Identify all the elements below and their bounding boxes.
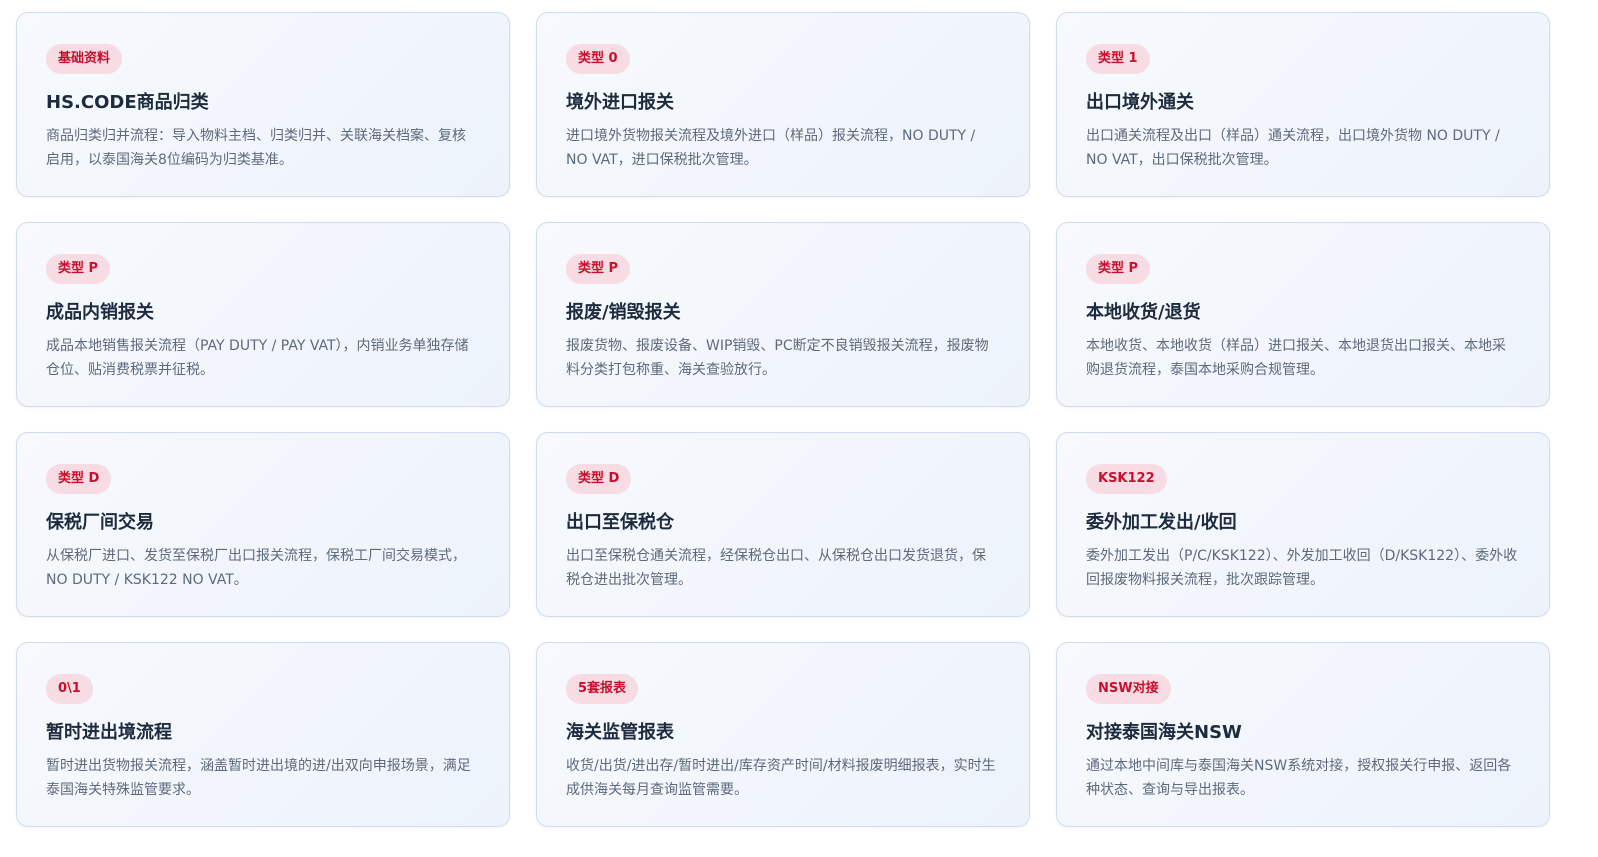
card-description: 从保税厂进口、发货至保税厂出口报关流程，保税工厂间交易模式，NO DUTY / … [46, 548, 466, 588]
card-temporary-entry-exit[interactable]: 0\1 暂时进出境流程 暂时进出货物报关流程，涵盖暂时进出境的进/出双向申报场景… [16, 642, 510, 827]
card-title: 成品内销报关 [46, 302, 154, 323]
card-tag: 类型 P [1086, 254, 1151, 284]
card-tag: 基础资料 [46, 44, 123, 74]
card-tag: 类型 D [566, 464, 632, 494]
card-export-to-bonded-warehouse[interactable]: 类型 D 出口至保税仓 出口至保税仓通关流程，经保税仓出口、从保税仓出口发货退货… [536, 432, 1030, 617]
card-tag: 类型 0 [566, 44, 630, 74]
card-title: 海关监管报表 [566, 722, 674, 743]
card-tag: 类型 D [46, 464, 112, 494]
card-description: 委外加工发出（P/C/KSK122）、外发加工收回（D/KSK122）、委外收回… [1086, 548, 1518, 588]
card-description: 通过本地中间库与泰国海关NSW系统对接，授权报关行申报、返回各种状态、查询与导出… [1086, 758, 1512, 798]
feature-card-grid: 基础资料 HS.CODE商品归类 商品归类归并流程：导入物料主档、归类归并、关联… [0, 0, 1598, 857]
card-scrap-destruction[interactable]: 类型 P 报废/销毁报关 报废货物、报废设备、WIP销毁、PC断定不良销毁报关流… [536, 222, 1030, 407]
card-tag: NSW对接 [1086, 674, 1171, 704]
card-description: 收货/出货/进出存/暂时进出/库存资产时间/材料报废明细报表，实时生成供海关每月… [566, 758, 996, 798]
card-title: 出口至保税仓 [566, 512, 674, 533]
card-description: 暂时进出货物报关流程，涵盖暂时进出境的进/出双向申报场景，满足泰国海关特殊监管要… [46, 758, 471, 798]
card-tag: 5套报表 [566, 674, 639, 704]
card-title: HS.CODE商品归类 [46, 92, 209, 113]
card-title: 本地收货/退货 [1086, 302, 1201, 323]
card-title: 报废/销毁报关 [566, 302, 681, 323]
card-hs-code[interactable]: 基础资料 HS.CODE商品归类 商品归类归并流程：导入物料主档、归类归并、关联… [16, 12, 510, 197]
card-title: 境外进口报关 [566, 92, 674, 113]
card-tag: KSK122 [1086, 464, 1167, 494]
card-description: 本地收货、本地收货（样品）进口报关、本地退货出口报关、本地采购退货流程，泰国本地… [1086, 338, 1506, 378]
card-description: 进口境外货物报关流程及境外进口（样品）报关流程，NO DUTY / NO VAT… [566, 128, 976, 168]
card-outsourced-processing[interactable]: KSK122 委外加工发出/收回 委外加工发出（P/C/KSK122）、外发加工… [1056, 432, 1550, 617]
card-customs-reports[interactable]: 5套报表 海关监管报表 收货/出货/进出存/暂时进出/库存资产时间/材料报废明细… [536, 642, 1030, 827]
card-tag: 类型 P [46, 254, 111, 284]
card-title: 保税厂间交易 [46, 512, 154, 533]
card-description: 出口通关流程及出口（样品）通关流程，出口境外货物 NO DUTY / NO VA… [1086, 128, 1500, 168]
card-bonded-interfactory[interactable]: 类型 D 保税厂间交易 从保税厂进口、发货至保税厂出口报关流程，保税工厂间交易模… [16, 432, 510, 617]
card-tag: 0\1 [46, 674, 93, 704]
card-title: 出口境外通关 [1086, 92, 1194, 113]
card-description: 商品归类归并流程：导入物料主档、归类归并、关联海关档案、复核启用，以泰国海关8位… [46, 128, 466, 168]
card-domestic-sales[interactable]: 类型 P 成品内销报关 成品本地销售报关流程（PAY DUTY / PAY VA… [16, 222, 510, 407]
card-tag: 类型 1 [1086, 44, 1150, 74]
card-tag: 类型 P [566, 254, 631, 284]
card-nsw-integration[interactable]: NSW对接 对接泰国海关NSW 通过本地中间库与泰国海关NSW系统对接，授权报关… [1056, 642, 1550, 827]
card-title: 暂时进出境流程 [46, 722, 172, 743]
card-export-clearance[interactable]: 类型 1 出口境外通关 出口通关流程及出口（样品）通关流程，出口境外货物 NO … [1056, 12, 1550, 197]
card-overseas-import[interactable]: 类型 0 境外进口报关 进口境外货物报关流程及境外进口（样品）报关流程，NO D… [536, 12, 1030, 197]
card-description: 出口至保税仓通关流程，经保税仓出口、从保税仓出口发货退货，保税仓进出批次管理。 [566, 548, 986, 588]
card-description: 报废货物、报废设备、WIP销毁、PC断定不良销毁报关流程，报废物料分类打包称重、… [566, 338, 989, 378]
card-description: 成品本地销售报关流程（PAY DUTY / PAY VAT），内销业务单独存储仓… [46, 338, 469, 378]
card-local-receipt-return[interactable]: 类型 P 本地收货/退货 本地收货、本地收货（样品）进口报关、本地退货出口报关、… [1056, 222, 1550, 407]
card-title: 对接泰国海关NSW [1086, 722, 1242, 743]
card-title: 委外加工发出/收回 [1086, 512, 1237, 533]
